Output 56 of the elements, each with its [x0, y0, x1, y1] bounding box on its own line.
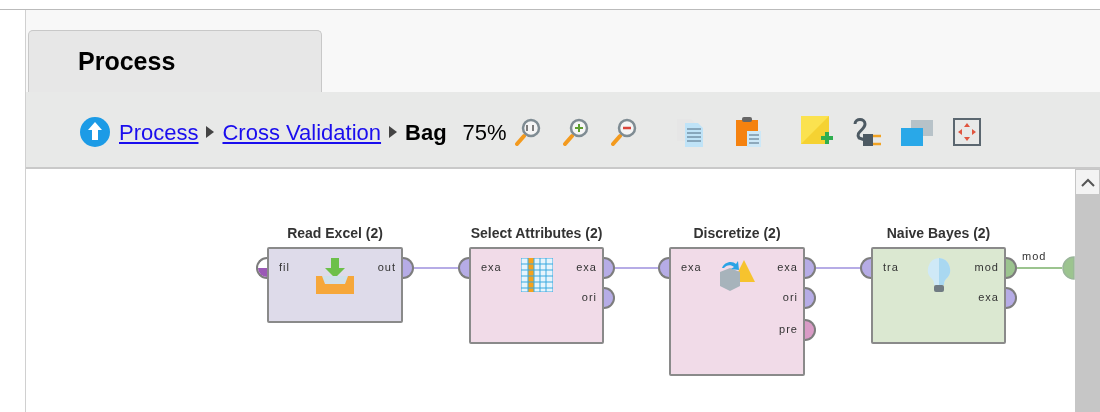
zoom-reset-icon[interactable]	[514, 118, 541, 146]
port[interactable]	[805, 319, 816, 341]
port-label: out	[377, 260, 396, 275]
scroll-up-icon[interactable]	[1080, 177, 1095, 187]
port-label: tra	[883, 260, 899, 275]
paste-icon[interactable]	[734, 116, 763, 148]
port[interactable]	[805, 257, 816, 279]
operator-title: Read Excel (2)	[287, 224, 383, 243]
port[interactable]	[1006, 287, 1017, 309]
port[interactable]	[1062, 256, 1075, 280]
layers-icon[interactable]	[900, 118, 933, 146]
port[interactable]	[805, 287, 816, 309]
port[interactable]	[658, 257, 669, 279]
operator-title: Discretize (2)	[693, 224, 781, 243]
port-label: mod	[974, 260, 999, 275]
port-label: fil	[279, 260, 290, 275]
breadcrumb-link[interactable]: Cross Validation	[222, 115, 382, 149]
operator-title: Naive Bayes (2)	[886, 224, 991, 243]
chevron-right-icon	[206, 126, 215, 138]
current-breadcrumb: Bag	[405, 118, 447, 147]
zoom-out-icon[interactable]	[610, 118, 637, 146]
port-label: exa	[576, 260, 597, 275]
lightbulb-icon	[926, 258, 951, 294]
port[interactable]	[860, 257, 871, 279]
connection-line	[816, 267, 860, 269]
vertical-scrollbar[interactable]	[1075, 169, 1100, 412]
port[interactable]	[403, 257, 414, 279]
port-label: exa	[481, 260, 502, 275]
table-icon	[520, 258, 553, 292]
port[interactable]	[604, 287, 615, 309]
port[interactable]	[256, 257, 267, 279]
operator-block[interactable]: exa exa ori pre	[669, 247, 805, 376]
operator-title: Select Attributes (2)	[470, 224, 603, 243]
zoom-level: 75%	[462, 118, 507, 147]
chevron-right-icon	[389, 126, 398, 138]
cube-and-cone-icon	[718, 258, 756, 292]
port-label: pre	[779, 322, 798, 337]
process-tab[interactable]: Process	[28, 30, 322, 92]
breadcrumb-link[interactable]: Process	[119, 115, 199, 149]
operator-block[interactable]: tra mod exa	[871, 247, 1006, 344]
port[interactable]	[604, 257, 615, 279]
download-tray-icon	[316, 258, 354, 294]
zoom-in-icon[interactable]	[562, 118, 589, 146]
port-label: exa	[978, 290, 999, 305]
port[interactable]	[458, 257, 469, 279]
connection-line	[615, 267, 658, 269]
port-label: ori	[782, 290, 798, 305]
port-label: exa	[681, 260, 702, 275]
wire-label: mod	[1022, 249, 1047, 264]
port-label: exa	[777, 260, 798, 275]
connection-line	[414, 267, 458, 269]
operator-block[interactable]: exa exa ori	[469, 247, 604, 344]
port-label: ori	[581, 290, 597, 305]
port[interactable]	[1006, 257, 1017, 279]
operator-block[interactable]: fil out	[267, 247, 403, 323]
fit-frame-icon[interactable]	[950, 116, 983, 148]
